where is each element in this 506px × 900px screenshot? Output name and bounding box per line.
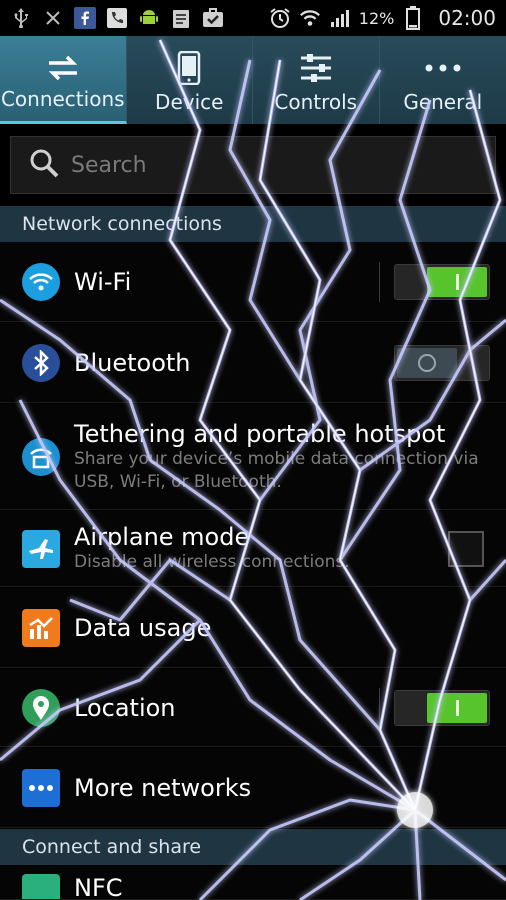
bluetooth-row[interactable]: Bluetooth (0, 323, 506, 403)
settings-tab-bar: Connections Device Controls General (0, 36, 506, 124)
android-icon (138, 7, 160, 29)
more-networks-row[interactable]: More networks (0, 748, 506, 828)
tab-general[interactable]: General (380, 36, 506, 124)
section-header-connect-share: Connect and share (0, 829, 506, 865)
divider (379, 687, 380, 728)
tab-label: Connections (0, 87, 125, 111)
data-usage-icon (22, 608, 60, 647)
wifi-row[interactable]: Wi-Fi (0, 242, 506, 322)
usb-icon (10, 7, 32, 29)
bluetooth-label: Bluetooth (74, 348, 191, 377)
wifi-icon (22, 262, 60, 301)
toggle-knob (427, 692, 487, 723)
airplane-mode-checkbox[interactable] (448, 530, 484, 567)
wifi-signal-icon (299, 7, 321, 29)
search-icon (29, 148, 59, 182)
wifi-label: Wi-Fi (74, 267, 132, 296)
phone-icon (169, 50, 209, 86)
tethering-row[interactable]: Tethering and portable hotspot Share you… (0, 404, 506, 510)
alarm-icon (269, 7, 291, 29)
data-usage-row[interactable]: Data usage (0, 588, 506, 668)
hotspot-icon (22, 437, 60, 476)
location-row[interactable]: Location (0, 669, 506, 747)
briefcase-check-icon (202, 7, 224, 29)
tab-controls[interactable]: Controls (253, 36, 380, 124)
battery-percent: 12% (358, 8, 395, 28)
clock: 02:00 (438, 6, 496, 30)
tab-connections[interactable]: Connections (0, 36, 127, 124)
more-networks-label: More networks (74, 773, 252, 802)
clipboard-icon (170, 7, 192, 29)
location-label: Location (74, 693, 176, 722)
airplane-mode-row[interactable]: Airplane mode Disable all wireless conne… (0, 511, 506, 587)
search-bar[interactable] (10, 136, 496, 194)
missed-call-icon (42, 7, 64, 29)
tab-label: Controls (274, 90, 358, 114)
toggle-knob (397, 347, 457, 378)
location-pin-icon (22, 688, 60, 727)
facebook-icon (74, 7, 96, 29)
status-bar: 12% 02:00 (0, 0, 506, 36)
search-input[interactable] (71, 152, 451, 178)
cell-signal-icon (329, 7, 351, 29)
tethering-description: Share your device’s mobile data connecti… (74, 449, 479, 492)
tab-device[interactable]: Device (127, 36, 253, 124)
more-networks-icon (22, 768, 60, 807)
connections-icon (43, 50, 83, 86)
airplane-mode-label: Airplane mode (74, 523, 250, 552)
tab-label: General (403, 90, 483, 114)
data-usage-label: Data usage (74, 613, 212, 642)
nfc-icon (22, 874, 60, 899)
divider (379, 261, 380, 302)
section-header-network: Network connections (0, 206, 506, 242)
bluetooth-toggle[interactable] (394, 344, 490, 381)
nfc-label: NFC (74, 874, 123, 900)
location-toggle[interactable] (394, 689, 490, 726)
airplane-mode-description: Disable all wireless connections. (74, 552, 350, 573)
phone-contacts-icon (106, 7, 128, 29)
battery-icon (402, 6, 424, 30)
tethering-label: Tethering and portable hotspot (74, 420, 446, 449)
bluetooth-icon (22, 343, 60, 382)
more-dots-icon (423, 50, 463, 86)
airplane-icon (22, 529, 60, 568)
sliders-icon (296, 50, 336, 86)
toggle-knob (427, 266, 487, 297)
tab-label: Device (155, 90, 224, 114)
nfc-row[interactable]: NFC (0, 866, 506, 900)
wifi-toggle[interactable] (394, 263, 490, 300)
